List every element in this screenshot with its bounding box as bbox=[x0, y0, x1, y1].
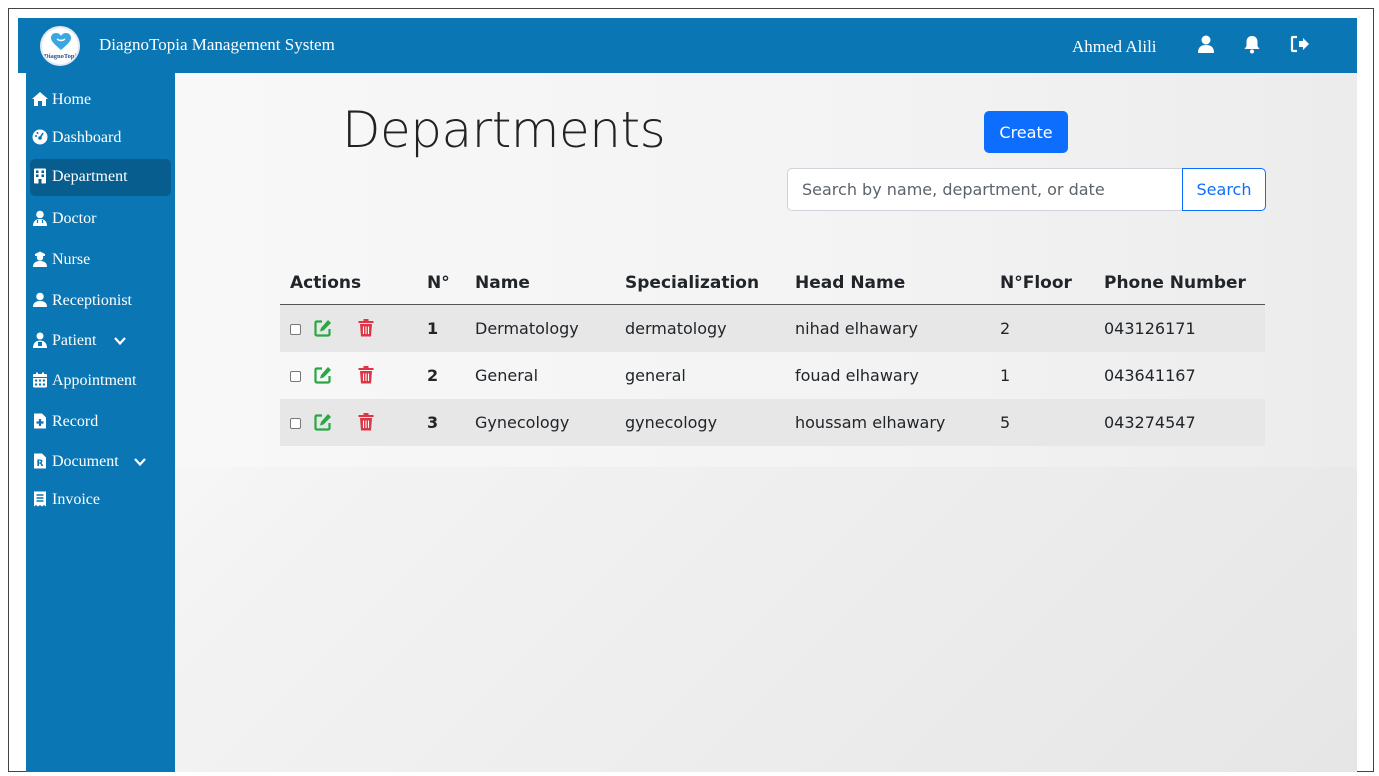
svg-text:R: R bbox=[37, 459, 44, 469]
column-header-head-name: Head Name bbox=[785, 262, 990, 305]
sidebar-item-label: Document bbox=[52, 453, 119, 470]
cell-head-name: houssam elhawary bbox=[785, 399, 990, 446]
medical-file-icon bbox=[34, 413, 46, 429]
building-icon bbox=[34, 168, 46, 184]
row-actions bbox=[280, 352, 417, 399]
sidebar-item-appointment[interactable]: Appointment bbox=[30, 363, 171, 400]
calendar-icon bbox=[33, 372, 47, 388]
trash-icon[interactable] bbox=[358, 318, 374, 337]
sidebar-item-department[interactable]: Department bbox=[30, 159, 171, 196]
cell-floor: 2 bbox=[990, 304, 1094, 352]
cell-phone: 043641167 bbox=[1104, 366, 1196, 385]
home-icon bbox=[32, 92, 48, 106]
edit-icon[interactable] bbox=[314, 319, 332, 337]
edit-icon[interactable] bbox=[314, 366, 332, 384]
cell-specialization: gynecology bbox=[615, 399, 785, 446]
cell-specialization: general bbox=[625, 366, 686, 385]
search-bar: Search bbox=[787, 168, 1266, 211]
row-select-checkbox[interactable] bbox=[290, 417, 301, 429]
create-button[interactable]: Create bbox=[984, 111, 1068, 153]
cell-specialization: dermatology bbox=[615, 304, 785, 352]
cell-name: Gynecology bbox=[465, 399, 615, 446]
sidebar-item-label: Dashboard bbox=[52, 129, 122, 146]
sidebar-item-label: Record bbox=[52, 413, 99, 430]
column-header-specialization: Specialization bbox=[615, 262, 785, 305]
column-header-phone: Phone Number bbox=[1094, 262, 1265, 305]
sidebar-item-home[interactable]: Home bbox=[30, 82, 171, 119]
row-select-checkbox[interactable] bbox=[290, 370, 301, 382]
row-actions bbox=[280, 304, 417, 352]
sidebar-item-label: Nurse bbox=[52, 251, 91, 268]
cell-name: General bbox=[475, 366, 539, 385]
sidebar-item-label: Invoice bbox=[52, 491, 100, 508]
column-header-name: Name bbox=[465, 262, 615, 305]
cell-head-name: nihad elhawary bbox=[785, 304, 990, 352]
trash-icon[interactable] bbox=[358, 412, 374, 431]
cell-floor: 1 bbox=[1000, 366, 1011, 385]
nurse-icon bbox=[33, 251, 47, 267]
search-button[interactable]: Search bbox=[1182, 168, 1266, 211]
sidebar-item-receptionist[interactable]: Receptionist bbox=[30, 283, 171, 320]
column-header-number: N° bbox=[417, 262, 465, 305]
table-row[interactable]: 2 General general fouad elhawary 1 04364… bbox=[280, 352, 1265, 399]
search-input[interactable] bbox=[787, 168, 1183, 211]
sidebar-item-dashboard[interactable]: Dashboard bbox=[30, 120, 171, 157]
bell-icon[interactable] bbox=[1242, 34, 1262, 54]
row-select-checkbox[interactable] bbox=[290, 323, 301, 335]
sidebar-item-document[interactable]: R Document bbox=[30, 444, 171, 481]
sidebar-item-label: Home bbox=[52, 91, 92, 108]
main-content: Departments Create Search Actions N° Nam… bbox=[175, 73, 1357, 772]
departments-table: Actions N° Name Specialization Head Name… bbox=[280, 262, 1265, 446]
sidebar-item-label: Receptionist bbox=[52, 292, 132, 309]
column-header-floor: N°Floor bbox=[990, 262, 1094, 305]
heart-logo-icon bbox=[51, 33, 71, 50]
cell-number: 3 bbox=[417, 399, 465, 446]
row-actions bbox=[280, 399, 417, 446]
cell-phone: 043274547 bbox=[1094, 399, 1265, 446]
sidebar-item-nurse[interactable]: Nurse bbox=[30, 242, 171, 279]
prescription-icon: R bbox=[34, 453, 46, 469]
top-navbar: DiagnoTopia DiagnoTopia Management Syste… bbox=[18, 18, 1357, 73]
sidebar: Home Dashboard Department Doctor Nurse R… bbox=[26, 73, 175, 772]
cell-floor: 5 bbox=[990, 399, 1094, 446]
doctor-icon bbox=[33, 210, 47, 226]
receipt-icon bbox=[34, 491, 46, 507]
app-title[interactable]: DiagnoTopia Management System bbox=[99, 35, 335, 55]
cell-head-name: fouad elhawary bbox=[795, 366, 919, 385]
logout-icon[interactable] bbox=[1290, 34, 1310, 54]
cell-phone: 043126171 bbox=[1094, 304, 1265, 352]
table-row[interactable]: 1 Dermatology dermatology nihad elhawary… bbox=[280, 304, 1265, 352]
user-icon[interactable] bbox=[1196, 34, 1216, 54]
sidebar-item-doctor[interactable]: Doctor bbox=[30, 201, 171, 238]
gauge-icon bbox=[32, 129, 48, 145]
sidebar-item-patient[interactable]: Patient bbox=[30, 323, 171, 360]
chevron-down-icon[interactable] bbox=[134, 457, 146, 467]
chevron-down-icon[interactable] bbox=[114, 336, 126, 346]
table-row[interactable]: 3 Gynecology gynecology houssam elhawary… bbox=[280, 399, 1265, 446]
column-header-actions: Actions bbox=[280, 262, 417, 305]
sidebar-item-label: Appointment bbox=[52, 372, 137, 389]
content-panel: Departments Create Search Actions N° Nam… bbox=[175, 73, 1357, 467]
sidebar-item-label: Patient bbox=[52, 332, 97, 349]
patient-icon bbox=[33, 332, 47, 348]
table-header-row: Actions N° Name Specialization Head Name… bbox=[280, 262, 1265, 305]
page-title: Departments bbox=[342, 101, 666, 159]
sidebar-item-record[interactable]: Record bbox=[30, 404, 171, 441]
sidebar-item-label: Department bbox=[52, 168, 128, 185]
sidebar-item-invoice[interactable]: Invoice bbox=[30, 482, 171, 519]
cell-name: Dermatology bbox=[465, 304, 615, 352]
receptionist-icon bbox=[33, 292, 47, 307]
sidebar-item-label: Doctor bbox=[52, 210, 97, 227]
app-logo[interactable]: DiagnoTopia bbox=[40, 26, 80, 66]
user-name[interactable]: Ahmed Alili bbox=[1072, 37, 1157, 57]
trash-icon[interactable] bbox=[358, 365, 374, 384]
edit-icon[interactable] bbox=[314, 413, 332, 431]
cell-number: 2 bbox=[427, 366, 439, 385]
logo-text: DiagnoTopia bbox=[44, 53, 80, 60]
cell-number: 1 bbox=[417, 304, 465, 352]
